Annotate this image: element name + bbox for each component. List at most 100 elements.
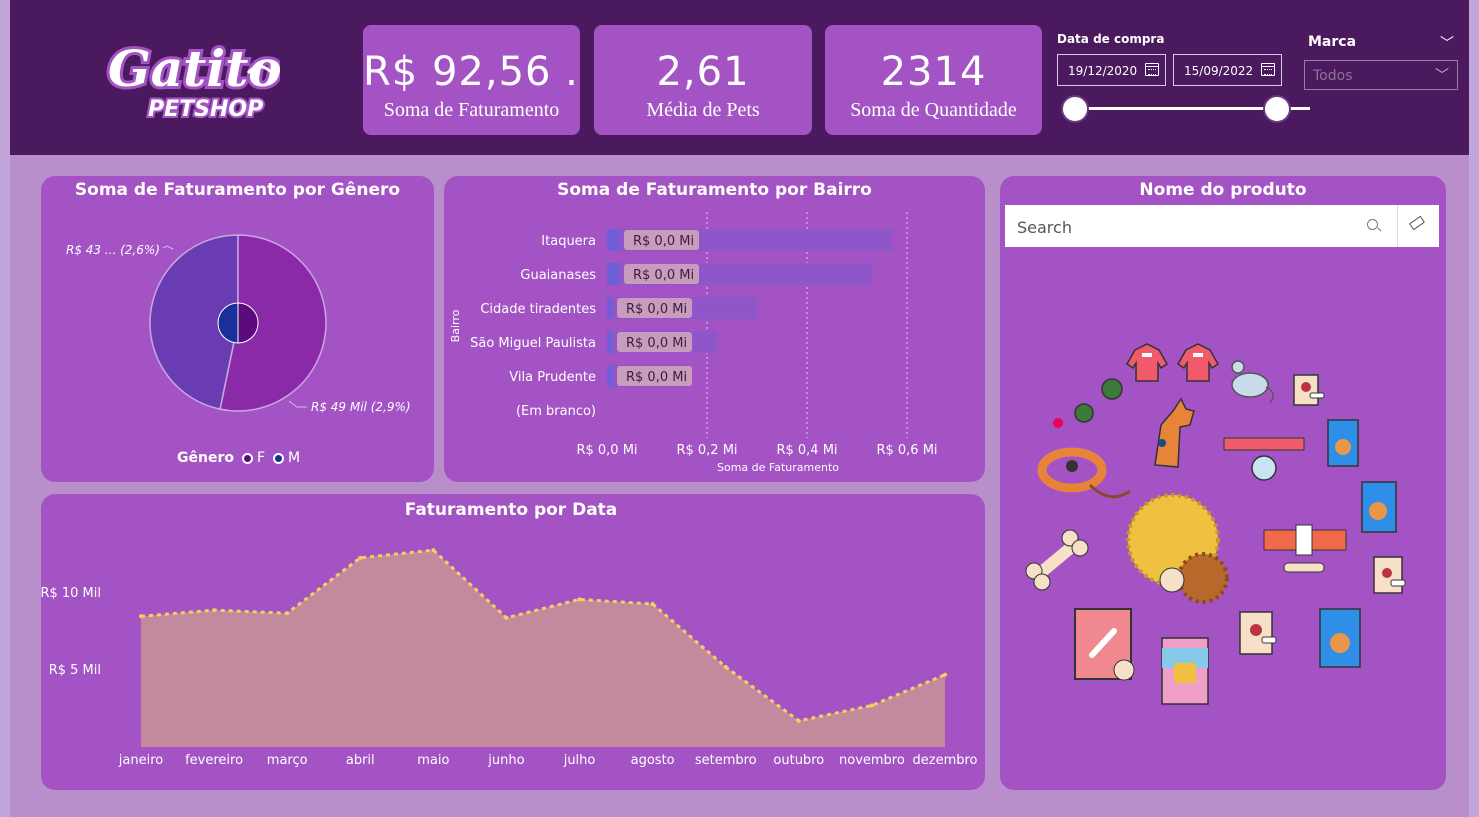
collar-tag-icon[interactable]	[1223, 437, 1305, 481]
slider-handle-end[interactable]	[1263, 95, 1291, 123]
bar[interactable]	[607, 297, 612, 319]
legend-item-m[interactable]: M	[288, 450, 300, 466]
category-label: Guaianases	[520, 268, 596, 283]
x-tick-label: fevereiro	[185, 753, 243, 768]
category-label: (Em branco)	[516, 404, 596, 419]
bar[interactable]	[607, 229, 619, 251]
data-point[interactable]	[723, 665, 728, 670]
gender-pie-chart[interactable]: R$ 43 ... (2,6%) R$ 49 Mil (2,9%)	[41, 176, 434, 482]
y-axis-title: Bairro	[449, 309, 462, 342]
x-tick-label: R$ 0,6 Mi	[876, 443, 937, 458]
calendar-icon[interactable]	[1261, 63, 1275, 76]
date-area-chart[interactable]: janeiro fevereiro março abril maio junho julho…	[41, 494, 985, 790]
chevron-down-icon[interactable]: ﹀	[1440, 33, 1454, 53]
data-point[interactable]	[358, 555, 363, 560]
treat-pack-icon[interactable]	[1074, 608, 1135, 681]
data-point[interactable]	[431, 548, 436, 553]
legend-item-f[interactable]: F	[257, 450, 265, 466]
kpi-label: Média de Pets	[646, 99, 760, 121]
end-date-value: 15/09/2022	[1184, 64, 1254, 78]
legend-dot-m[interactable]	[273, 452, 285, 464]
y-tick-label: R$ 5 Mil	[49, 663, 101, 678]
legend-dot-f[interactable]	[241, 452, 253, 464]
data-label: R$ 0,0 Mi	[633, 234, 694, 249]
hoodie-icon[interactable]	[1177, 343, 1219, 382]
data-point[interactable]	[212, 608, 217, 613]
end-date-input[interactable]: 15/09/2022	[1173, 54, 1282, 86]
x-tick-label: junho	[487, 753, 524, 768]
data-point[interactable]	[285, 611, 290, 616]
mouse-toy-icon[interactable]	[1231, 360, 1274, 404]
marca-filter-title: Marca	[1308, 34, 1357, 50]
product-search[interactable]: Search	[1005, 205, 1439, 247]
collar-icon[interactable]	[1263, 524, 1347, 573]
bone-icon[interactable]	[1025, 529, 1089, 591]
marca-dropdown[interactable]: Todos ﹀	[1304, 60, 1458, 90]
kpi-media-pets[interactable]: 2,61 Média de Pets	[594, 25, 812, 135]
kpi-label: Soma de Faturamento	[383, 99, 560, 121]
area-fill[interactable]	[141, 550, 945, 747]
leader-line-f	[162, 245, 174, 250]
data-point[interactable]	[650, 601, 655, 606]
bairro-bar-chart[interactable]: Itaquera R$ 0,0 Mi Guaianases R$ 0,0 Mi Cida…	[444, 176, 985, 482]
pet-food-bag-icon[interactable]	[1239, 611, 1277, 655]
category-label: São Miguel Paulista	[470, 336, 596, 351]
bar[interactable]	[607, 263, 619, 285]
dog-food-bag-icon[interactable]	[1327, 419, 1359, 467]
eraser-icon[interactable]	[1408, 215, 1426, 231]
x-tick-label: setembro	[695, 753, 757, 768]
legend-title: Gênero	[177, 450, 234, 466]
bar[interactable]	[607, 331, 612, 353]
kpi-value: 2314	[880, 49, 987, 95]
x-tick-label: R$ 0,4 Mi	[776, 443, 837, 458]
x-tick-label: novembro	[839, 753, 905, 768]
data-label: R$ 0,0 Mi	[626, 370, 687, 385]
kpi-faturamento[interactable]: R$ 92,56 ... Soma de Faturamento	[363, 25, 580, 135]
x-tick-label: abril	[346, 753, 375, 768]
start-date-input[interactable]: 19/12/2020	[1057, 54, 1166, 86]
gatito-logo: Gatito PETSHOP	[105, 36, 280, 124]
pet-food-bag-icon[interactable]	[1293, 374, 1325, 406]
svg-text:PETSHOP: PETSHOP	[148, 97, 263, 122]
slice-label-m: R$ 49 Mil (2,9%)	[311, 400, 411, 414]
leader-line-m	[288, 400, 307, 408]
divider	[1397, 205, 1398, 247]
dog-food-bag-icon[interactable]	[1319, 608, 1361, 668]
search-icon[interactable]	[1367, 219, 1378, 230]
data-label: R$ 0,0 Mi	[633, 268, 694, 283]
data-point[interactable]	[504, 615, 509, 620]
calendar-icon[interactable]	[1145, 63, 1159, 76]
data-point[interactable]	[139, 614, 143, 619]
x-tick-label: maio	[417, 753, 449, 768]
can-food-icon[interactable]	[1161, 637, 1209, 705]
bar[interactable]	[607, 365, 612, 387]
hoodie-icon[interactable]	[1126, 343, 1168, 382]
card-title: Nome do produto	[1139, 180, 1307, 200]
gender-legend: Gênero F M	[177, 450, 300, 466]
badge-icon[interactable]	[1053, 378, 1123, 428]
data-point[interactable]	[577, 597, 582, 602]
slider-handle-start[interactable]	[1061, 95, 1089, 123]
data-point[interactable]	[869, 703, 874, 708]
x-tick-label: janeiro	[118, 753, 163, 768]
kpi-label: Soma de Quantidade	[850, 99, 1017, 121]
dog-icon[interactable]	[1154, 397, 1195, 468]
pet-food-bag-icon[interactable]	[1373, 556, 1406, 594]
x-tick-label: R$ 0,2 Mi	[676, 443, 737, 458]
x-axis-title: Soma de Faturamento	[717, 461, 839, 474]
data-label: R$ 0,0 Mi	[626, 336, 687, 351]
x-tick-label: julho	[563, 753, 596, 768]
data-point[interactable]	[796, 718, 801, 723]
x-tick-label: dezembro	[913, 753, 978, 768]
category-label: Vila Prudente	[509, 370, 596, 385]
product-illustrations	[1025, 343, 1406, 705]
dog-food-bag-icon[interactable]	[1361, 481, 1397, 533]
collar-icon[interactable]	[1037, 447, 1131, 499]
data-point[interactable]	[943, 672, 947, 677]
search-placeholder: Search	[1017, 218, 1072, 237]
x-tick-label: agosto	[631, 753, 675, 768]
kpi-quantidade[interactable]: 2314 Soma de Quantidade	[825, 25, 1042, 135]
x-tick-label: R$ 0,0 Mi	[576, 443, 637, 458]
kpi-value: R$ 92,56 ...	[363, 49, 580, 95]
category-label: Itaquera	[541, 234, 596, 249]
